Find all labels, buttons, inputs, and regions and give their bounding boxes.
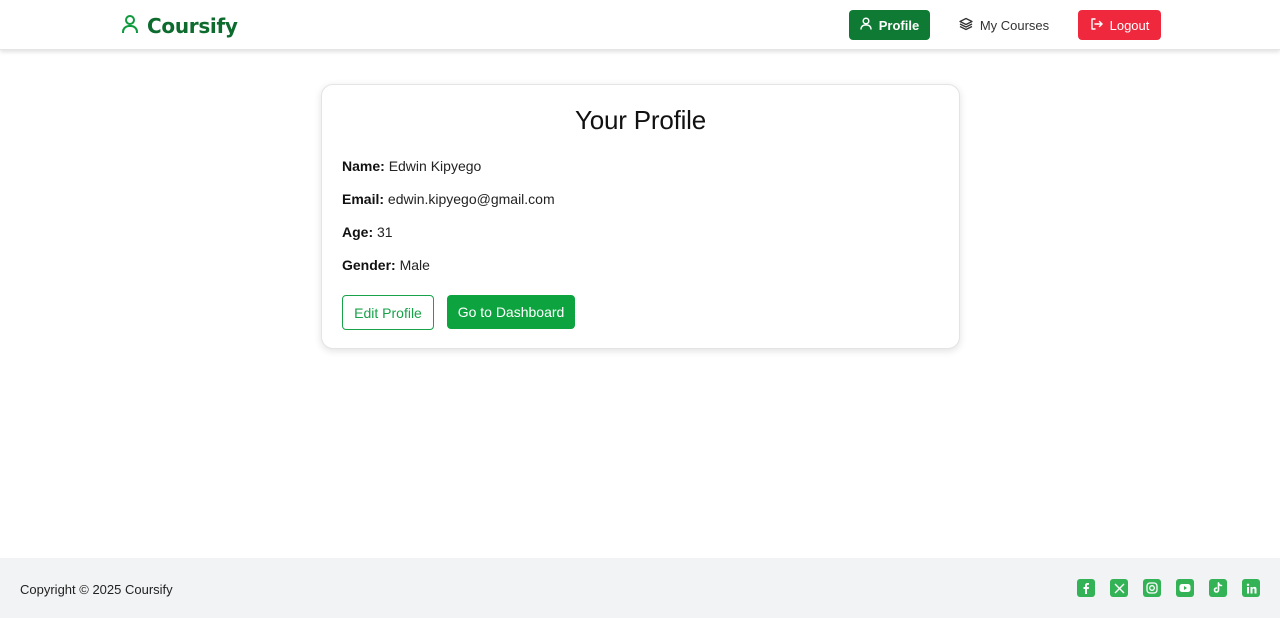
social-links <box>1077 579 1260 597</box>
tiktok-icon[interactable] <box>1209 579 1227 597</box>
profile-age-row: Age: 31 <box>342 224 393 240</box>
user-icon <box>860 17 872 33</box>
navbar: Coursify Profile My Courses Logout <box>0 0 1280 50</box>
gender-label: Gender: <box>342 257 396 273</box>
logout-label: Logout <box>1109 17 1150 33</box>
facebook-icon[interactable] <box>1077 579 1095 597</box>
layers-icon <box>959 17 973 34</box>
my-courses-nav-button[interactable]: My Courses <box>952 10 1056 40</box>
my-courses-nav-label: My Courses <box>979 17 1050 33</box>
profile-gender-row: Gender: Male <box>342 257 430 273</box>
footer: Copyright © 2025 Coursify <box>0 558 1280 618</box>
profile-card: Your Profile Name: Edwin Kipyego Email: … <box>321 84 960 349</box>
edit-profile-button[interactable]: Edit Profile <box>342 295 434 330</box>
name-value: Edwin Kipyego <box>388 158 482 174</box>
logout-icon <box>1090 17 1103 33</box>
x-icon[interactable] <box>1110 579 1128 597</box>
email-value: edwin.kipyego@gmail.com <box>387 191 555 207</box>
profile-name-row: Name: Edwin Kipyego <box>342 158 481 174</box>
page-title: Your Profile <box>574 105 707 135</box>
email-label: Email: <box>342 191 385 207</box>
gender-value: Male <box>399 257 430 273</box>
linkedin-icon[interactable] <box>1242 579 1260 597</box>
brand-name: Coursify <box>147 14 238 38</box>
go-to-dashboard-button[interactable]: Go to Dashboard <box>447 295 575 329</box>
instagram-icon[interactable] <box>1143 579 1161 597</box>
age-label: Age: <box>342 224 374 240</box>
name-label: Name: <box>342 158 385 174</box>
profile-nav-label: Profile <box>878 17 920 33</box>
logout-button[interactable]: Logout <box>1078 10 1161 40</box>
copyright-text: Copyright © 2025 Coursify <box>20 582 173 597</box>
youtube-icon[interactable] <box>1176 579 1194 597</box>
brand-link[interactable]: Coursify <box>121 13 238 39</box>
user-icon <box>121 14 139 39</box>
profile-email-row: Email: edwin.kipyego@gmail.com <box>342 191 555 207</box>
profile-nav-button[interactable]: Profile <box>849 10 930 40</box>
age-value: 31 <box>377 224 393 240</box>
